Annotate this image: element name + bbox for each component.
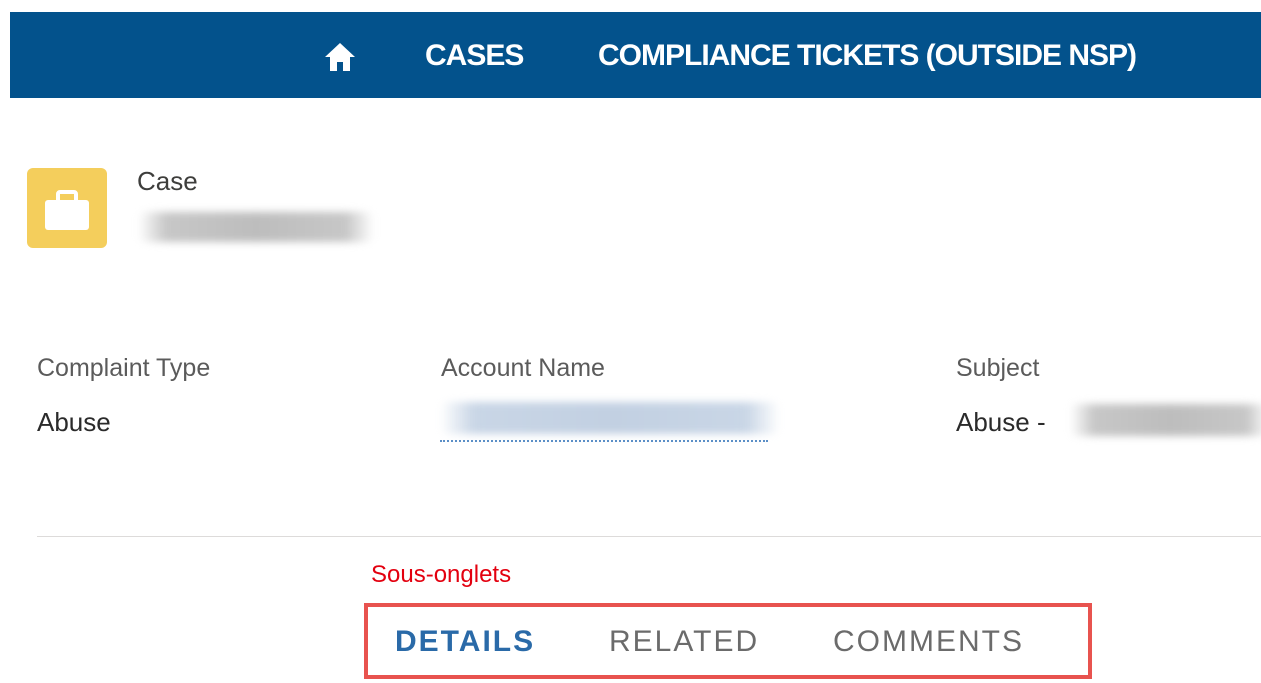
subject-redacted — [1070, 404, 1261, 436]
complaint-type-label: Complaint Type — [37, 354, 211, 382]
subject-label: Subject — [956, 354, 1040, 382]
home-icon[interactable] — [324, 42, 356, 72]
complaint-type-value: Abuse — [37, 407, 111, 437]
subject-value: Abuse - — [956, 407, 1046, 437]
annotation-label: Sous-onglets — [371, 561, 512, 588]
record-type-label: Case — [137, 166, 198, 196]
briefcase-icon — [27, 168, 107, 248]
nav-item-compliance-tickets[interactable]: COMPLIANCE TICKETS (OUTSIDE NSP) — [598, 36, 1137, 76]
top-navigation-bar: CASES COMPLIANCE TICKETS (OUTSIDE NSP) — [10, 12, 1261, 98]
tab-details[interactable]: DETAILS — [395, 623, 535, 661]
record-name-redacted — [138, 212, 374, 242]
tab-related[interactable]: RELATED — [609, 623, 759, 661]
nav-item-cases[interactable]: CASES — [425, 36, 524, 76]
page: CASES COMPLIANCE TICKETS (OUTSIDE NSP) C… — [0, 0, 1261, 683]
account-name-label: Account Name — [441, 354, 605, 382]
account-name-underline — [440, 440, 768, 442]
section-divider — [37, 536, 1261, 537]
tab-comments[interactable]: COMMENTS — [833, 623, 1024, 661]
account-name-link[interactable] — [440, 402, 780, 434]
